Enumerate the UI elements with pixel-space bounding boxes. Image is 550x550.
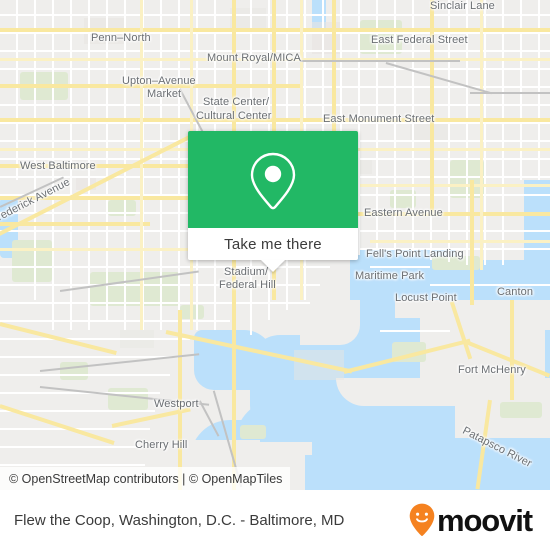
map-attribution[interactable]: © OpenStreetMap contributors | © OpenMap… (0, 467, 291, 490)
popup-pointer-tail (261, 260, 285, 272)
take-me-there-button[interactable]: Take me there (188, 228, 358, 272)
map-pin-icon (250, 152, 296, 209)
place-title: Flew the Coop, Washington, D.C. - Baltim… (14, 511, 345, 529)
screenshot-root: Penn–North Mount Royal/MICA Sinclair Lane E… (0, 0, 550, 550)
map-canvas[interactable]: Penn–North Mount Royal/MICA Sinclair Lane E… (0, 0, 550, 490)
moovit-logo[interactable]: moovit (409, 503, 536, 537)
footer-bar: Flew the Coop, Washington, D.C. - Baltim… (0, 490, 550, 550)
moovit-pin-smiley-icon (409, 503, 435, 536)
attribution-text: © OpenStreetMap contributors | © OpenMap… (9, 471, 283, 486)
map-label-rotated: Patapsco River (460, 424, 534, 470)
take-me-there-label: Take me there (224, 235, 322, 253)
moovit-wordmark: moovit (436, 502, 533, 538)
location-popup-card[interactable]: Take me there (188, 131, 358, 272)
popup-image-placeholder (188, 131, 358, 228)
map-label-rotated: Frederick Avenue (0, 176, 73, 227)
